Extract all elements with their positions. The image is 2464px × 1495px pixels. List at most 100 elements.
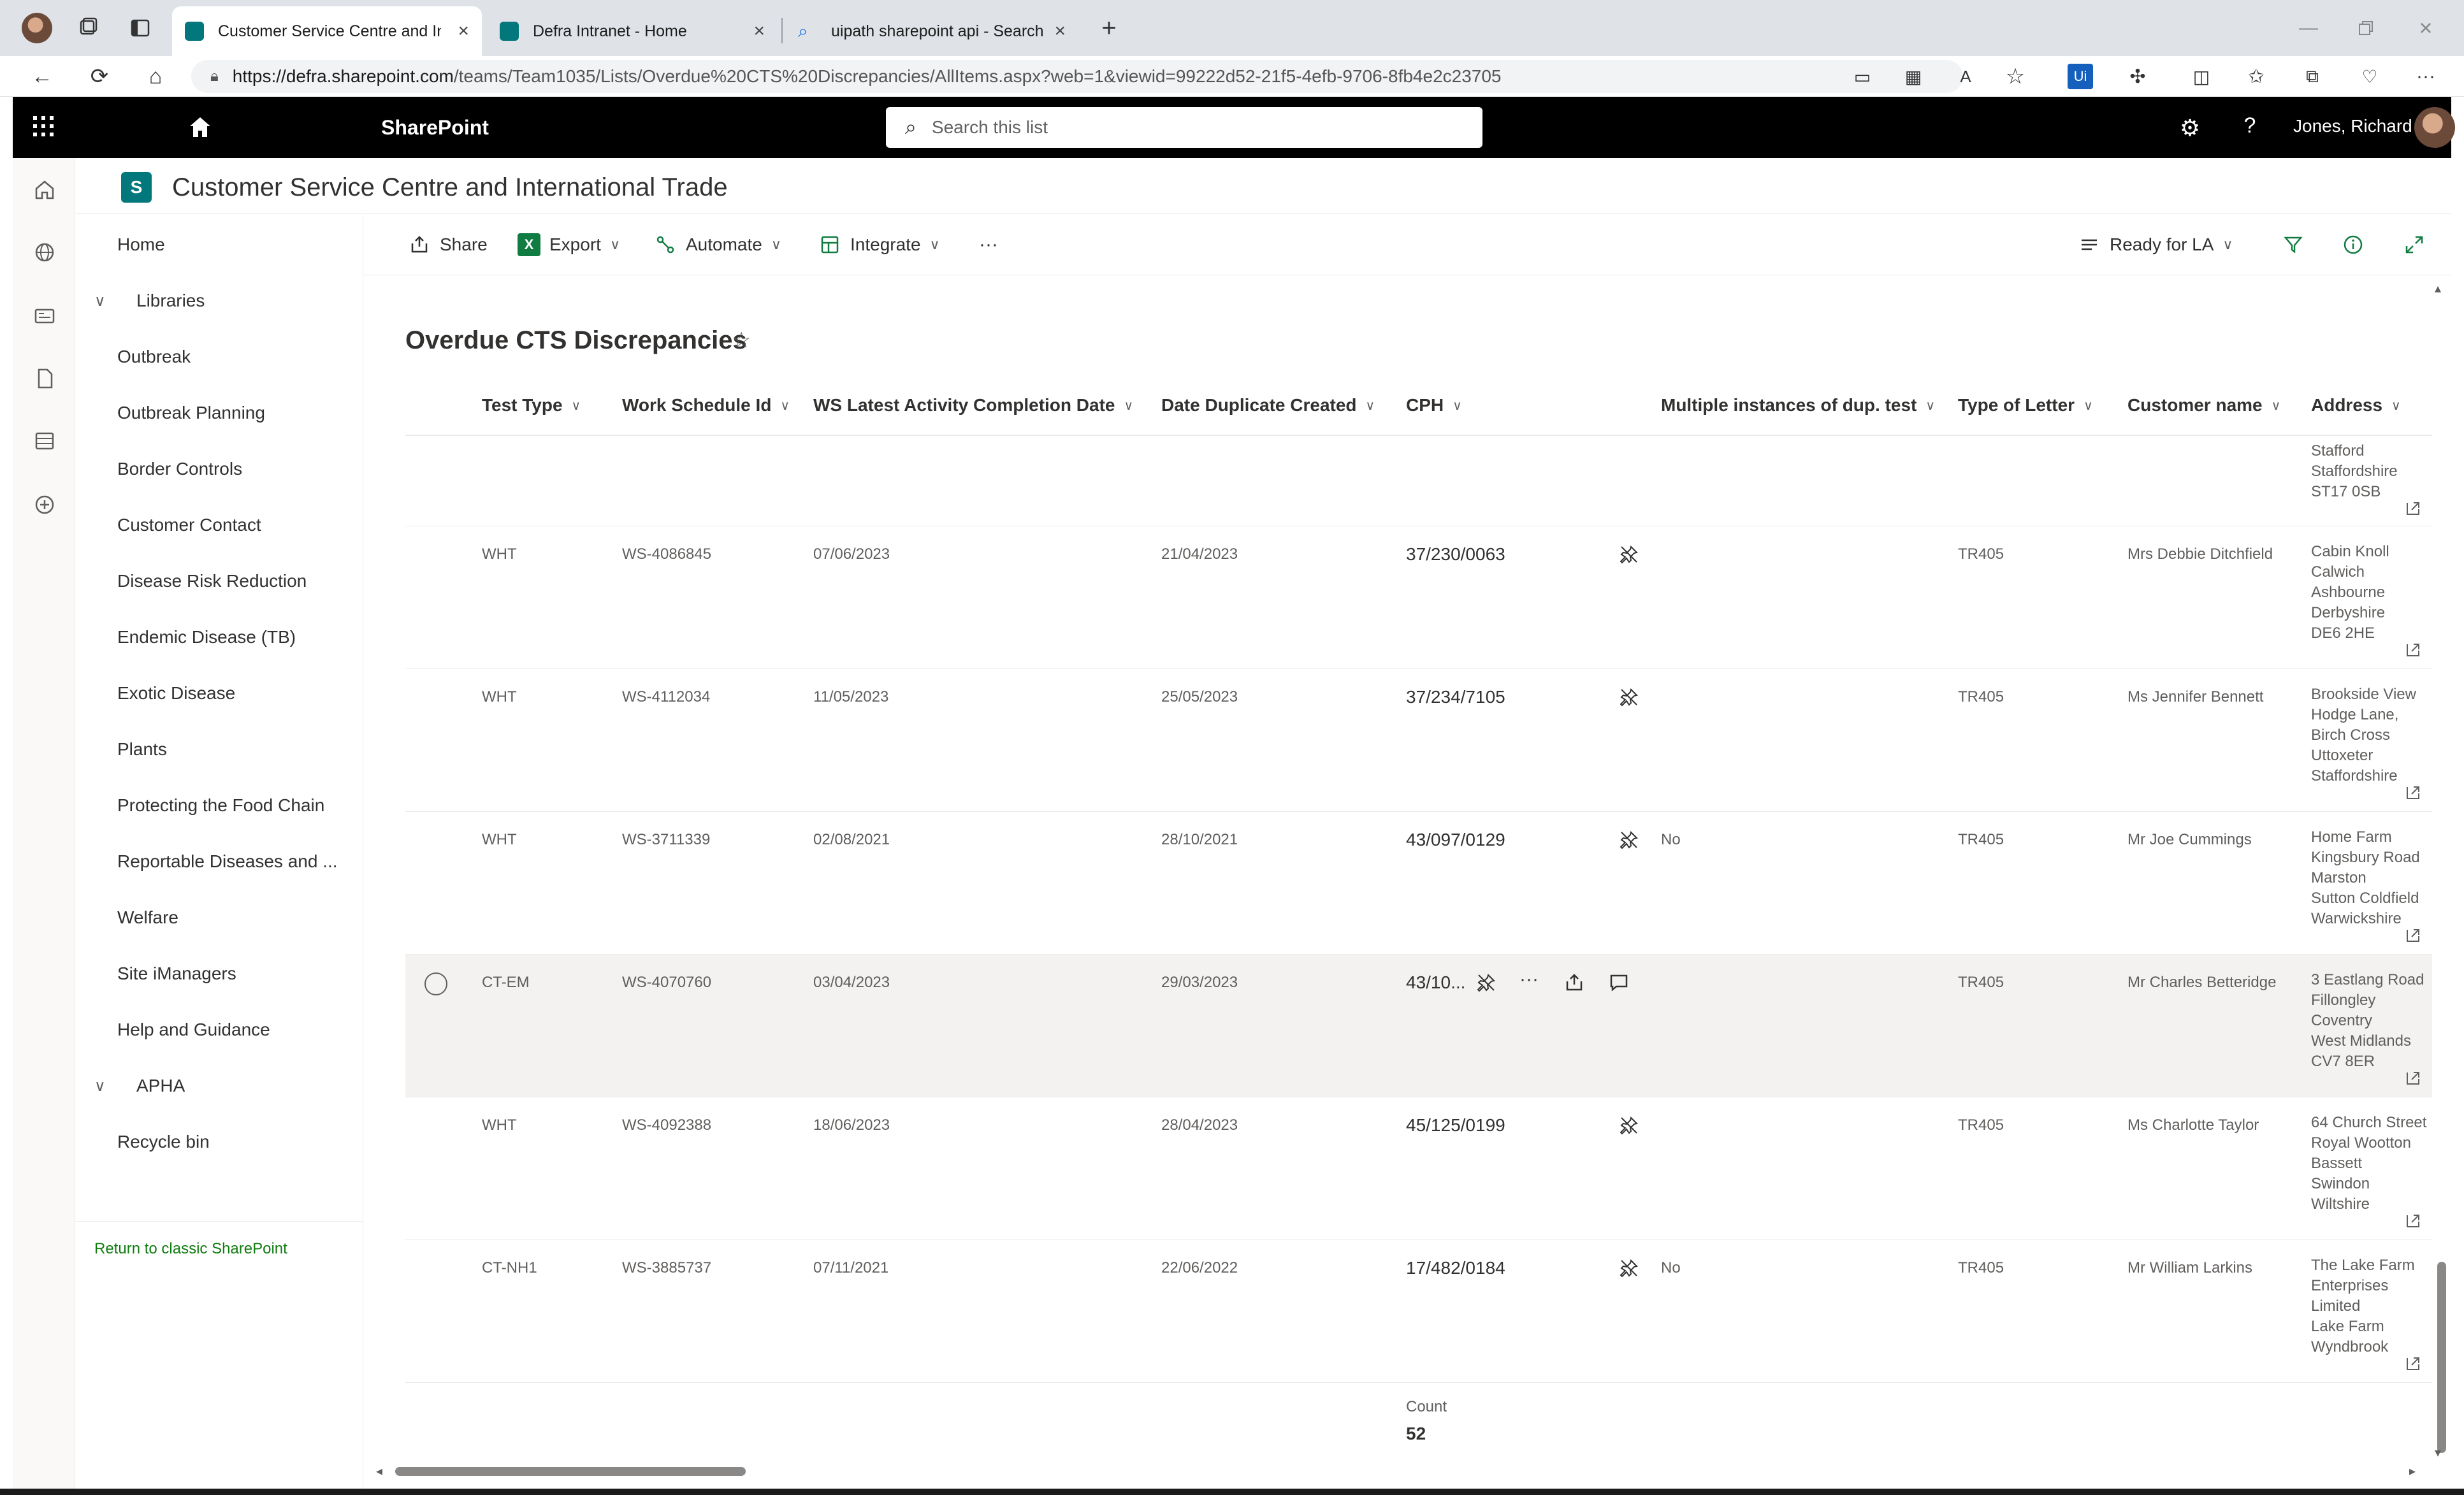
nav-group-libraries[interactable]: ∨ Libraries [94,291,205,311]
scroll-right-icon[interactable]: ▸ [2409,1463,2416,1479]
nav-item-plants[interactable]: Plants [117,739,167,760]
column-header-customer-name[interactable]: Customer name ∨ [2127,395,2280,415]
user-name[interactable]: Jones, Richard [2293,116,2412,136]
read-aloud-icon[interactable]: A [1952,62,1980,90]
app-name[interactable]: SharePoint [381,116,489,140]
close-tab-icon[interactable]: × [753,20,765,42]
column-header-multiple-instances[interactable]: Multiple instances of dup. test ∨ [1661,395,1935,415]
comment-icon[interactable] [1609,972,1629,993]
nav-item-welfare[interactable]: Welfare [117,907,178,928]
info-button[interactable] [2342,231,2373,259]
integrate-button[interactable]: Integrate ∨ [818,231,940,259]
share-icon[interactable] [1564,972,1584,993]
open-link-icon[interactable] [2404,641,2422,659]
column-header-test-type[interactable]: Test Type ∨ [482,395,581,415]
share-button[interactable]: Share [408,231,488,259]
vertical-scroll-thumb[interactable] [2437,1262,2446,1453]
unpin-icon[interactable] [1619,544,1639,565]
column-header-date-duplicate[interactable]: Date Duplicate Created ∨ [1161,395,1375,415]
table-row[interactable]: CT-NH1 WS-3885737 07/11/2021 22/06/2022 17/4… [405,1240,2432,1383]
app-launcher-icon[interactable] [31,113,59,141]
tab-defra-intranet[interactable]: Defra Intranet - Home × [487,6,778,56]
column-header-cph[interactable]: CPH ∨ [1406,395,1462,415]
minimize-icon[interactable]: — [2294,14,2323,42]
nav-item-border-controls[interactable]: Border Controls [117,459,242,479]
open-link-icon[interactable] [2404,784,2422,802]
row-select-checkbox[interactable] [424,972,447,995]
fullscreen-button[interactable] [2403,231,2435,259]
profile-avatar-icon[interactable] [22,13,52,43]
nav-item-outbreak-planning[interactable]: Outbreak Planning [117,403,265,423]
table-row[interactable]: CT-EM WS-4070760 03/04/2023 29/03/2023 43/10… [405,955,2432,1097]
site-logo[interactable]: S [121,172,152,203]
table-row[interactable]: WHT WS-4086845 07/06/2023 21/04/2023 37/230/… [405,526,2432,669]
home-icon[interactable]: ⌂ [141,62,170,90]
nav-item-exotic-disease[interactable]: Exotic Disease [117,683,235,704]
filter-button[interactable] [2282,231,2314,259]
horizontal-scrollbar[interactable]: ◂ ▸ [376,1463,2416,1478]
nav-item-site-imanagers[interactable]: Site iManagers [117,964,236,984]
column-header-ws-latest-date[interactable]: WS Latest Activity Completion Date ∨ [813,395,1133,415]
export-button[interactable]: X Export ∨ [518,231,620,259]
back-icon[interactable]: ← [28,62,56,90]
table-row-partial[interactable]: Stafford Staffordshire ST17 0SB [405,436,2432,526]
vertical-tabs-icon[interactable] [127,15,153,41]
automate-button[interactable]: Automate ∨ [654,231,781,259]
user-avatar[interactable] [2414,107,2455,148]
column-header-address[interactable]: Address ∨ [2311,395,2401,415]
settings-more-icon[interactable]: ··· [2412,62,2440,90]
collections-icon[interactable]: ⧉ [2298,62,2326,90]
unpin-icon[interactable] [1476,972,1497,993]
site-title[interactable]: Customer Service Centre and Internationa… [172,173,728,202]
url-field[interactable]: 🔒︎ https://defra.sharepoint.com/teams/Te… [191,60,1963,93]
close-tab-icon[interactable]: × [1054,20,1066,42]
unpin-icon[interactable] [1619,1258,1639,1278]
nav-item-outbreak[interactable]: Outbreak [117,347,191,367]
open-link-icon[interactable] [2404,927,2422,944]
news-icon[interactable] [32,303,57,329]
browser-essentials-icon[interactable]: ♡ [2356,62,2384,90]
workspaces-icon[interactable] [75,15,101,41]
split-screen-icon[interactable]: ◫ [2187,62,2215,90]
unpin-icon[interactable] [1619,1115,1639,1136]
nav-group-apha[interactable]: ∨ APHA [94,1076,185,1096]
tab-uipath-search[interactable]: ⌕ uipath sharepoint api - Search × [785,6,1078,56]
uipath-extension-icon[interactable]: Ui [2068,64,2093,89]
unpin-icon[interactable] [1619,687,1639,707]
scroll-down-icon[interactable]: ▾ [2435,1445,2441,1461]
document-icon[interactable] [32,366,57,391]
unpin-icon[interactable] [1619,830,1639,850]
globe-icon[interactable] [32,240,57,265]
nav-item-customer-contact[interactable]: Customer Contact [117,515,261,535]
list-icon[interactable] [32,428,57,454]
column-header-work-schedule-id[interactable]: Work Schedule Id ∨ [622,395,790,415]
table-row[interactable]: WHT WS-3711339 02/08/2021 28/10/2021 43/097/… [405,812,2432,955]
vertical-scrollbar[interactable]: ▴ ▾ [2433,280,2449,1461]
row-more-icon[interactable]: ··· [1519,969,1540,990]
more-commands-button[interactable]: ··· [979,231,998,259]
refresh-icon[interactable]: ⟳ [85,62,113,90]
horizontal-scroll-thumb[interactable] [395,1467,746,1476]
open-link-icon[interactable] [2404,1069,2422,1087]
sharepoint-home-icon[interactable] [187,115,213,140]
help-icon[interactable]: ? [2237,113,2263,139]
scroll-left-icon[interactable]: ◂ [376,1463,382,1479]
favorite-star-icon[interactable]: ☆ [2001,62,2029,90]
favorite-star-icon[interactable]: ☆ [732,328,751,353]
new-tab-icon[interactable]: + [1095,14,1123,42]
add-icon[interactable] [32,492,57,517]
qr-icon[interactable]: ▦ [1899,62,1927,90]
favorites-icon[interactable]: ✩ [2242,62,2270,90]
home-icon[interactable] [32,177,57,203]
extensions-icon[interactable]: ✣ [2124,62,2152,90]
close-window-icon[interactable]: × [2412,14,2440,42]
table-row[interactable]: WHT WS-4112034 11/05/2023 25/05/2023 37/234/… [405,669,2432,812]
nav-item-endemic-disease[interactable]: Endemic Disease (TB) [117,627,296,647]
settings-gear-icon[interactable]: ⚙ [2177,115,2203,141]
column-header-type-of-letter[interactable]: Type of Letter ∨ [1958,395,2093,415]
view-switcher-button[interactable]: Ready for LA ∨ [2078,231,2233,259]
search-list-input[interactable]: ⌕ Search this list [886,107,1482,148]
restore-icon[interactable] [2352,14,2380,42]
tab-customer-service[interactable]: Customer Service Centre and Inte × [172,6,482,56]
scroll-up-icon[interactable]: ▴ [2435,280,2441,296]
